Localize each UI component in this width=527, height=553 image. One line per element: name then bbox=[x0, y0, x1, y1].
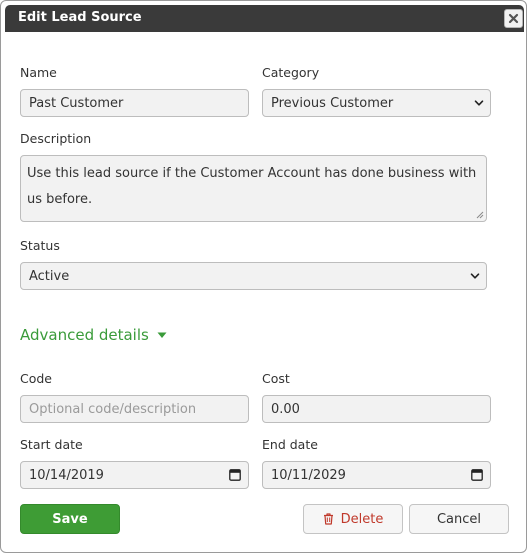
description-line-1: Use this lead source if the Customer Acc… bbox=[27, 166, 477, 181]
save-button[interactable]: Save bbox=[20, 504, 120, 534]
description-line-2: us before. bbox=[27, 192, 93, 207]
delete-button[interactable]: Delete bbox=[303, 504, 403, 534]
end-date-input[interactable]: 10/11/2029 bbox=[262, 461, 491, 489]
delete-button-label: Delete bbox=[340, 511, 384, 527]
code-label: Code bbox=[20, 371, 53, 386]
start-date-value: 10/14/2019 bbox=[29, 467, 104, 483]
category-label: Category bbox=[262, 65, 320, 80]
close-icon bbox=[508, 13, 519, 24]
save-button-label: Save bbox=[52, 511, 88, 527]
calendar-icon[interactable] bbox=[229, 468, 241, 481]
edit-lead-source-dialog: Edit Lead Source Name Past Customer Cate… bbox=[0, 0, 527, 553]
dialog-titlebar: Edit Lead Source bbox=[5, 5, 524, 32]
category-value: Previous Customer bbox=[271, 95, 394, 111]
close-button[interactable] bbox=[504, 9, 523, 28]
code-input[interactable]: Optional code/description bbox=[20, 395, 249, 423]
end-date-value: 10/11/2029 bbox=[271, 467, 346, 483]
status-value: Active bbox=[29, 268, 70, 284]
advanced-details-toggle[interactable]: Advanced details bbox=[20, 326, 167, 344]
description-textarea[interactable]: Use this lead source if the Customer Acc… bbox=[20, 155, 487, 222]
chevron-down-icon bbox=[474, 100, 484, 106]
trash-icon bbox=[323, 513, 333, 525]
cost-value: 0.00 bbox=[271, 401, 300, 417]
start-date-label: Start date bbox=[20, 437, 83, 452]
dialog-title: Edit Lead Source bbox=[18, 10, 142, 25]
name-value: Past Customer bbox=[29, 95, 124, 111]
end-date-label: End date bbox=[262, 437, 318, 452]
code-placeholder: Optional code/description bbox=[29, 401, 197, 417]
name-input[interactable]: Past Customer bbox=[20, 89, 249, 117]
advanced-details-label: Advanced details bbox=[20, 326, 149, 344]
start-date-input[interactable]: 10/14/2019 bbox=[20, 461, 249, 489]
description-label: Description bbox=[20, 131, 92, 146]
name-label: Name bbox=[20, 65, 57, 80]
chevron-down-icon bbox=[470, 273, 480, 279]
cost-input[interactable]: 0.00 bbox=[262, 395, 491, 423]
caret-down-icon bbox=[157, 332, 167, 338]
category-select[interactable]: Previous Customer bbox=[262, 89, 491, 117]
cost-label: Cost bbox=[262, 371, 290, 386]
resize-grip-icon[interactable] bbox=[476, 211, 484, 219]
status-label: Status bbox=[20, 238, 60, 253]
status-select[interactable]: Active bbox=[20, 262, 487, 290]
calendar-icon[interactable] bbox=[471, 468, 483, 481]
cancel-button-label: Cancel bbox=[436, 511, 482, 527]
cancel-button[interactable]: Cancel bbox=[409, 504, 509, 534]
